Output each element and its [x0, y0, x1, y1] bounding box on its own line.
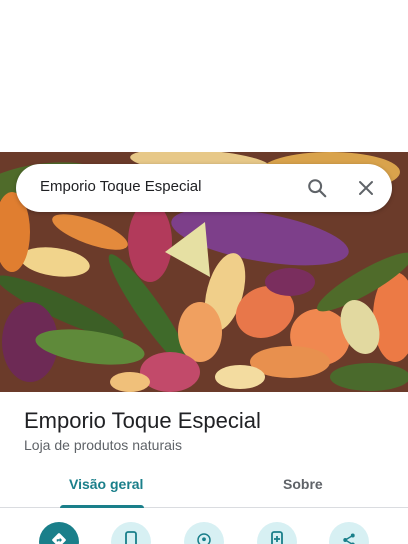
place-title: Emporio Toque Especial	[24, 408, 261, 433]
search-input[interactable]: Emporio Toque Especial	[40, 178, 201, 195]
save-to-phone-icon	[269, 530, 285, 544]
send-to-phone-button[interactable]	[257, 522, 297, 544]
place-category[interactable]: Loja de produtos naturais	[24, 437, 182, 453]
nearby-button[interactable]	[184, 522, 224, 544]
share-icon	[340, 531, 358, 544]
tab-bar: Visão geral Sobre	[0, 466, 408, 508]
call-button[interactable]	[111, 522, 151, 544]
location-icon	[195, 531, 213, 544]
share-button[interactable]	[329, 522, 369, 544]
directions-icon	[50, 531, 68, 544]
search-icon[interactable]	[303, 174, 331, 202]
active-tab-indicator	[60, 505, 144, 508]
close-icon[interactable]	[352, 174, 380, 202]
action-buttons-row	[0, 522, 408, 544]
phone-icon	[123, 530, 139, 544]
search-bar[interactable]: Emporio Toque Especial	[16, 164, 392, 212]
map-blank-area	[0, 0, 408, 152]
directions-button[interactable]	[39, 522, 79, 544]
tab-overview[interactable]: Visão geral	[69, 476, 143, 492]
tab-about[interactable]: Sobre	[283, 476, 323, 492]
